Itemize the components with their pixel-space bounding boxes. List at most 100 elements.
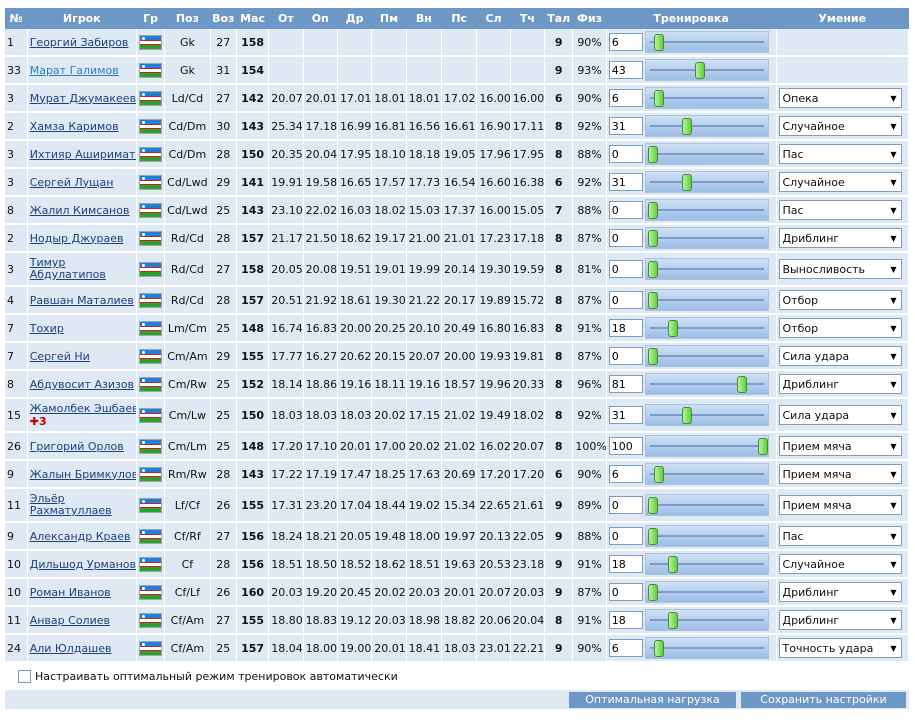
training-slider[interactable] xyxy=(644,637,769,659)
skill-select[interactable]: Прием мяча ▼ xyxy=(778,436,902,456)
training-slider[interactable] xyxy=(644,553,769,575)
training-slider[interactable] xyxy=(644,581,769,603)
player-name-link[interactable]: Мурат Джумакеев xyxy=(30,92,136,105)
training-slider[interactable] xyxy=(644,609,769,631)
chevron-down-icon[interactable]: ▼ xyxy=(884,94,901,103)
skill-select[interactable]: Сила удара ▼ xyxy=(778,346,902,366)
training-slider[interactable] xyxy=(644,404,769,426)
training-slider[interactable] xyxy=(644,227,769,249)
skill-select[interactable]: Опека ▼ xyxy=(778,88,902,108)
auto-training-option[interactable]: Настраивать оптимальный режим тренировок… xyxy=(18,670,398,683)
training-input[interactable] xyxy=(608,319,643,337)
chevron-down-icon[interactable]: ▼ xyxy=(884,150,901,159)
training-input[interactable] xyxy=(608,639,643,657)
chevron-down-icon[interactable]: ▼ xyxy=(884,178,901,187)
slider-handle-icon[interactable] xyxy=(647,146,658,163)
slider-handle-icon[interactable] xyxy=(654,640,665,657)
chevron-down-icon[interactable]: ▼ xyxy=(884,122,901,131)
player-name-link[interactable]: Абдувосит Азизов xyxy=(30,378,134,391)
training-input[interactable] xyxy=(608,117,643,135)
player-name-link[interactable]: Григорий Орлов xyxy=(30,440,124,453)
slider-handle-icon[interactable] xyxy=(667,320,678,337)
training-input[interactable] xyxy=(608,260,643,278)
player-name-link[interactable]: Тимур Абдулатипов xyxy=(30,256,106,281)
slider-handle-icon[interactable] xyxy=(654,90,665,107)
training-slider[interactable] xyxy=(644,87,769,109)
chevron-down-icon[interactable]: ▼ xyxy=(884,234,901,243)
skill-select[interactable]: Дриблинг ▼ xyxy=(778,228,902,248)
training-input[interactable] xyxy=(608,611,643,629)
skill-select[interactable]: Пас ▼ xyxy=(778,200,902,220)
training-slider[interactable] xyxy=(644,435,769,457)
training-slider[interactable] xyxy=(644,59,769,81)
player-name-link[interactable]: Хамза Каримов xyxy=(30,120,119,133)
skill-select[interactable]: Случайное ▼ xyxy=(778,116,902,136)
training-slider[interactable] xyxy=(644,258,769,280)
player-name-link[interactable]: Нодыр Джураев xyxy=(30,232,124,245)
slider-handle-icon[interactable] xyxy=(681,174,692,191)
player-name-link[interactable]: Равшан Маталиев xyxy=(30,294,134,307)
slider-handle-icon[interactable] xyxy=(654,34,665,51)
training-slider[interactable] xyxy=(644,115,769,137)
player-name-link[interactable]: Жалил Кимсанов xyxy=(30,204,130,217)
player-name-link[interactable]: Жамолбек Эшбаев xyxy=(30,402,136,415)
training-input[interactable] xyxy=(608,291,643,309)
skill-select[interactable]: Случайное ▼ xyxy=(778,172,902,192)
training-input[interactable] xyxy=(608,496,643,514)
training-slider[interactable] xyxy=(644,373,769,395)
skill-select[interactable]: Пас ▼ xyxy=(778,144,902,164)
skill-select[interactable]: Дриблинг ▼ xyxy=(778,582,902,602)
player-name-link[interactable]: Али Юлдашев xyxy=(30,642,112,655)
skill-select[interactable]: Случайное ▼ xyxy=(778,554,902,574)
skill-select[interactable]: Пас ▼ xyxy=(778,526,902,546)
slider-handle-icon[interactable] xyxy=(647,261,658,278)
chevron-down-icon[interactable]: ▼ xyxy=(884,532,901,541)
skill-select[interactable]: Прием мяча ▼ xyxy=(778,464,902,484)
slider-handle-icon[interactable] xyxy=(681,407,692,424)
slider-handle-icon[interactable] xyxy=(695,62,706,79)
chevron-down-icon[interactable]: ▼ xyxy=(884,560,901,569)
player-name-link[interactable]: Сергей Лущан xyxy=(30,176,114,189)
chevron-down-icon[interactable]: ▼ xyxy=(884,265,901,274)
training-slider[interactable] xyxy=(644,199,769,221)
slider-handle-icon[interactable] xyxy=(757,438,768,455)
training-input[interactable] xyxy=(608,229,643,247)
training-slider[interactable] xyxy=(644,525,769,547)
chevron-down-icon[interactable]: ▼ xyxy=(884,324,901,333)
player-name-link[interactable]: Марат Галимов xyxy=(30,64,119,77)
chevron-down-icon[interactable]: ▼ xyxy=(884,411,901,420)
training-slider[interactable] xyxy=(644,31,769,53)
player-name-link[interactable]: Георгий Забиров xyxy=(30,36,129,49)
training-input[interactable] xyxy=(608,527,643,545)
training-input[interactable] xyxy=(608,33,643,51)
skill-select[interactable]: Выносливость ▼ xyxy=(778,259,902,279)
training-slider[interactable] xyxy=(644,345,769,367)
skill-select[interactable]: Точность удара ▼ xyxy=(778,638,902,658)
slider-handle-icon[interactable] xyxy=(654,466,665,483)
chevron-down-icon[interactable]: ▼ xyxy=(884,380,901,389)
chevron-down-icon[interactable]: ▼ xyxy=(884,442,901,451)
training-input[interactable] xyxy=(608,61,643,79)
save-settings-button[interactable]: Сохранить настройки xyxy=(741,692,906,708)
training-slider[interactable] xyxy=(644,171,769,193)
slider-handle-icon[interactable] xyxy=(647,584,658,601)
training-input[interactable] xyxy=(608,89,643,107)
training-input[interactable] xyxy=(608,201,643,219)
chevron-down-icon[interactable]: ▼ xyxy=(884,352,901,361)
skill-select[interactable]: Дриблинг ▼ xyxy=(778,610,902,630)
training-slider[interactable] xyxy=(644,317,769,339)
training-slider[interactable] xyxy=(644,143,769,165)
training-input[interactable] xyxy=(608,375,643,393)
player-name-link[interactable]: Эльёр Рахматуллаев xyxy=(30,492,112,517)
skill-select[interactable]: Сила удара ▼ xyxy=(778,405,902,425)
training-input[interactable] xyxy=(608,465,643,483)
chevron-down-icon[interactable]: ▼ xyxy=(884,470,901,479)
player-name-link[interactable]: Сергей Ни xyxy=(30,350,90,363)
player-name-link[interactable]: Анвар Солиев xyxy=(30,614,110,627)
training-input[interactable] xyxy=(608,583,643,601)
player-name-link[interactable]: Жалын Бримкулов xyxy=(30,468,136,481)
training-slider[interactable] xyxy=(644,289,769,311)
slider-handle-icon[interactable] xyxy=(647,202,658,219)
slider-handle-icon[interactable] xyxy=(647,497,658,514)
auto-training-checkbox[interactable] xyxy=(18,670,31,683)
